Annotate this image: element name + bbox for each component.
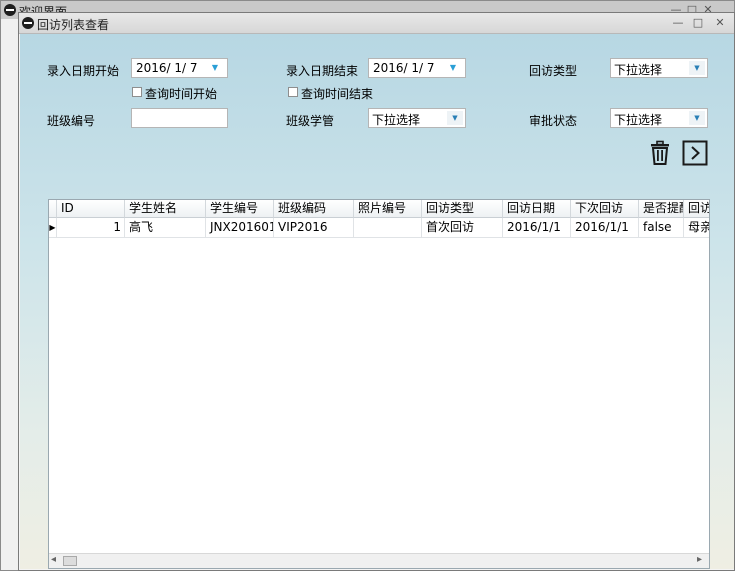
- chevron-down-icon[interactable]: ▼: [205, 61, 225, 75]
- close-button[interactable]: ✕: [713, 16, 727, 30]
- chevron-down-icon[interactable]: ▼: [443, 61, 463, 75]
- column-header-class-code[interactable]: 班级编码: [274, 200, 354, 218]
- window-title: 回访列表查看: [37, 18, 110, 32]
- column-header-student-name[interactable]: 学生姓名: [125, 200, 206, 218]
- maximize-button[interactable]: □: [691, 16, 705, 30]
- app-icon: [4, 4, 16, 16]
- column-header-visit-type[interactable]: 回访类型: [422, 200, 503, 218]
- class-manager-select[interactable]: 下拉选择 ▼: [368, 108, 466, 128]
- table-cell-photo-code[interactable]: [354, 218, 422, 238]
- table-cell-visit-partial[interactable]: 母亲: [684, 218, 709, 238]
- table-cell-class-code[interactable]: VIP2016: [274, 218, 354, 238]
- query-time-end-checkbox[interactable]: [288, 87, 298, 97]
- row-indicator[interactable]: ▶: [49, 218, 57, 238]
- next-button[interactable]: [682, 140, 708, 166]
- table-cell-visit-type[interactable]: 首次回访: [422, 218, 503, 238]
- minimize-button[interactable]: —: [671, 16, 685, 30]
- table-cell-next-visit[interactable]: 2016/1/1: [571, 218, 639, 238]
- class-code-label: 班级编号: [47, 114, 96, 128]
- table-cell-visit-date[interactable]: 2016/1/1: [503, 218, 571, 238]
- approval-status-select[interactable]: 下拉选择 ▼: [610, 108, 708, 128]
- app-icon: [22, 17, 34, 29]
- entry-date-start-label: 录入日期开始: [47, 64, 120, 78]
- scroll-right-icon[interactable]: ▸: [697, 554, 702, 565]
- column-header-visit-partial[interactable]: 回访: [684, 200, 709, 218]
- row-header-corner: [49, 200, 57, 218]
- entry-date-start-value: 2016/ 1/ 7: [136, 61, 198, 75]
- column-header-visit-date[interactable]: 回访日期: [503, 200, 571, 218]
- visit-type-value: 下拉选择: [614, 63, 663, 77]
- delete-button[interactable]: [647, 140, 673, 166]
- horizontal-scrollbar[interactable]: ◂ ▸: [49, 553, 709, 568]
- entry-date-start-picker[interactable]: 2016/ 1/ 7 ▼: [131, 58, 228, 78]
- visit-type-label: 回访类型: [529, 64, 578, 78]
- window-titlebar: 回访列表查看 — □ ✕: [19, 13, 734, 34]
- approval-status-value: 下拉选择: [614, 113, 663, 127]
- table-cell-student-name[interactable]: 高飞: [125, 218, 206, 238]
- table-cell-student-code[interactable]: JNX2016012: [206, 218, 274, 238]
- scroll-left-icon[interactable]: ◂: [51, 554, 56, 565]
- query-time-start-checkbox[interactable]: [132, 87, 142, 97]
- class-manager-value: 下拉选择: [372, 113, 421, 127]
- class-code-input[interactable]: [131, 108, 228, 128]
- table-cell-reminder[interactable]: false: [639, 218, 684, 238]
- content-area: 录入日期开始 2016/ 1/ 7 ▼ 录入日期结束 2016/ 1/ 7 ▼ …: [20, 34, 734, 569]
- chevron-right-icon: [682, 140, 708, 166]
- column-header-next-visit[interactable]: 下次回访: [571, 200, 639, 218]
- chevron-down-icon[interactable]: ▼: [689, 111, 705, 125]
- column-header-id[interactable]: ID: [57, 200, 125, 218]
- column-header-reminder[interactable]: 是否提醒: [639, 200, 684, 218]
- chevron-down-icon[interactable]: ▼: [689, 61, 705, 75]
- approval-status-label: 审批状态: [529, 114, 578, 128]
- visit-type-select[interactable]: 下拉选择 ▼: [610, 58, 708, 78]
- entry-date-end-label: 录入日期结束: [286, 64, 359, 78]
- table-cell-id[interactable]: 1: [57, 218, 125, 238]
- entry-date-end-value: 2016/ 1/ 7: [373, 61, 435, 75]
- visit-data-grid[interactable]: ID 学生姓名 学生编号 班级编码 照片编号 回访类型 回访日期 下次回访 是否…: [48, 199, 710, 569]
- visit-list-window: 回访列表查看 — □ ✕ 录入日期开始 2016/ 1/ 7 ▼ 录入日期结束 …: [18, 12, 735, 571]
- entry-date-end-picker[interactable]: 2016/ 1/ 7 ▼: [368, 58, 466, 78]
- chevron-down-icon[interactable]: ▼: [447, 111, 463, 125]
- column-header-photo-code[interactable]: 照片编号: [354, 200, 422, 218]
- class-manager-label: 班级学管: [286, 114, 335, 128]
- trash-icon: [651, 140, 669, 165]
- query-time-end-label: 查询时间结束: [301, 87, 374, 101]
- column-header-student-code[interactable]: 学生编号: [206, 200, 274, 218]
- scrollbar-thumb[interactable]: [63, 556, 77, 566]
- query-time-start-label: 查询时间开始: [145, 87, 218, 101]
